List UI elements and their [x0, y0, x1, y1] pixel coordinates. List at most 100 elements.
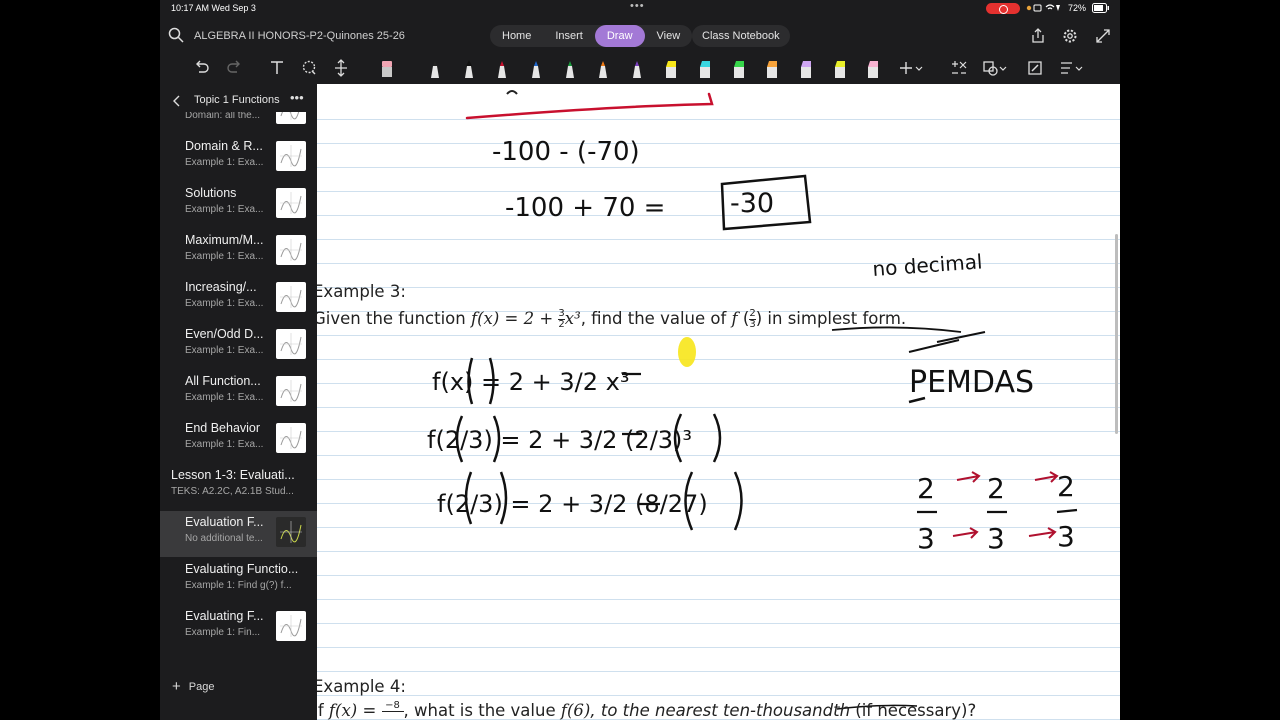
highlighter-lime-icon[interactable] [831, 58, 849, 78]
more-options-icon[interactable]: ••• [290, 90, 304, 105]
page-item[interactable]: VocabularyDomain: all the... [160, 112, 317, 134]
example4-mid: , what is the value [403, 701, 561, 720]
screen-record-icon[interactable] [986, 3, 1020, 14]
page-item[interactable]: Evaluating Functio... Example 1: Find g(?… [160, 558, 317, 604]
add-space-icon[interactable] [332, 58, 350, 78]
highlighter-cyan-icon[interactable] [696, 58, 714, 78]
page-subtitle: Example 1: Exa... [185, 345, 264, 356]
example3-fx: f(x) = 2 + [470, 309, 559, 328]
ink-red-underline [465, 92, 714, 120]
page-thumbnail [276, 282, 306, 312]
lasso-icon[interactable] [300, 58, 318, 78]
example4-tail: (if necessary)? [850, 701, 977, 720]
pen-purple-icon[interactable] [628, 58, 646, 78]
expand-icon[interactable] [1095, 28, 1111, 44]
multitask-dots-icon[interactable]: ••• [630, 0, 645, 12]
page-item[interactable]: Lesson 1-3: Evaluati... TEKS: A2.2C, A2.1… [160, 464, 317, 510]
page-subtitle: TEKS: A2.2C, A2.1B Stud... [171, 486, 294, 497]
page-thumbnail [276, 611, 306, 641]
page-title: Solutions [185, 186, 237, 200]
class-notebook-button[interactable]: Class Notebook [692, 25, 790, 47]
highlighter-pink-icon[interactable] [864, 58, 882, 78]
page-thumbnail [276, 423, 306, 453]
highlighter-green-icon[interactable] [730, 58, 748, 78]
page-title: Increasing/... [185, 280, 257, 294]
page-subtitle: Example 1: Exa... [185, 157, 264, 168]
pen-blue-icon[interactable] [527, 58, 545, 78]
ink-pemdas-slash-2 [936, 331, 986, 343]
page-item[interactable]: Evaluating F... Example 1: Fin... [160, 605, 317, 651]
ink-red-arrows [952, 471, 1059, 539]
notebook-title[interactable]: ALGEBRA II HONORS-P2-Quinones 25-26 [194, 30, 405, 42]
pen-red-icon[interactable] [493, 58, 511, 78]
add-page-button[interactable]: + Page [172, 678, 214, 695]
pen-green-icon[interactable] [561, 58, 579, 78]
math-icon[interactable] [950, 58, 968, 78]
highlighter-orange-icon[interactable] [763, 58, 781, 78]
back-chevron-icon[interactable] [172, 94, 182, 107]
example3-heading: Example 3: [317, 282, 406, 301]
ink-to-text-icon[interactable] [1059, 58, 1083, 78]
share-icon[interactable] [1030, 28, 1046, 44]
ink-scratch-2b: 2 [987, 472, 1005, 505]
page-thumbnail [276, 376, 306, 406]
ipad-screen: 10:17 AM Wed Sep 3 ••• 72% ALGEBRA II HO… [160, 0, 1120, 720]
example3-f: f [731, 309, 738, 328]
highlighter-lavender-icon[interactable] [797, 58, 815, 78]
ink-scratch-3c: 3 [1057, 520, 1075, 553]
page-title: Lesson 1-3: Evaluati... [171, 468, 295, 482]
highlighter-yellow-icon[interactable] [662, 58, 680, 78]
ink-to-shape-icon[interactable] [1026, 58, 1044, 78]
page-sidebar: Topic 1 Functions ••• VocabularyDomain: … [160, 84, 317, 720]
page-title: All Function... [185, 374, 261, 388]
status-time: 10:17 AM Wed Sep 3 [171, 3, 256, 13]
tab-draw[interactable]: Draw [594, 25, 645, 47]
pen-dark-icon[interactable] [460, 58, 478, 78]
example4-num: −8 [381, 701, 404, 712]
ink-scratch-3a: 3 [917, 522, 935, 555]
section-title[interactable]: Topic 1 Functions [194, 94, 280, 106]
ink-paren-r3 [712, 413, 722, 463]
page-title: Evaluation F... [185, 515, 264, 529]
page-subtitle: Example 1: Exa... [185, 392, 264, 403]
example4-f6: f(6) [560, 701, 591, 720]
status-bar: 10:17 AM Wed Sep 3 ••• 72% [160, 0, 1120, 17]
tab-home[interactable]: Home [490, 25, 543, 47]
plus-icon: + [172, 678, 181, 695]
redo-icon[interactable] [225, 58, 243, 78]
ink-note: no decimal [872, 249, 984, 281]
note-canvas[interactable]: -100 - (-70) -100 + 70 = -30 no decimal … [317, 84, 1120, 720]
gear-icon[interactable] [1062, 28, 1078, 44]
pen-black-icon[interactable] [426, 58, 444, 78]
page-item[interactable]: Domain & R... Example 1: Exa... [160, 135, 317, 181]
ink-answer: -30 [730, 188, 774, 219]
page-subtitle: No additional te... [185, 533, 263, 544]
page-item[interactable]: Maximum/M... Example 1: Exa... [160, 229, 317, 275]
example3-prefix: Given the function [317, 309, 471, 328]
example3-mid: , find the value of [580, 309, 732, 328]
page-title: Maximum/M... [185, 233, 264, 247]
page-item[interactable]: All Function... Example 1: Exa... [160, 370, 317, 416]
page-item[interactable]: Increasing/... Example 1: Exa... [160, 276, 317, 322]
page-item[interactable]: Evaluation F... No additional te... [160, 511, 317, 557]
page-title: Evaluating F... [185, 609, 264, 623]
pen-orange-icon[interactable] [594, 58, 612, 78]
page-item[interactable]: Solutions Example 1: Exa... [160, 182, 317, 228]
ink-pemdas: PEMDAS [909, 365, 1034, 400]
search-icon[interactable] [168, 27, 184, 43]
ink-scratch-2a: 2 [917, 472, 935, 505]
tab-view[interactable]: View [645, 25, 693, 47]
example3-xcube: x³ [564, 309, 581, 328]
page-thumbnail [276, 188, 306, 218]
undo-icon[interactable] [193, 58, 211, 78]
page-item[interactable]: End Behavior Example 1: Exa... [160, 417, 317, 463]
eraser-icon[interactable] [378, 58, 396, 78]
page-title: End Behavior [185, 421, 261, 435]
page-item[interactable]: Even/Odd D... Example 1: Exa... [160, 323, 317, 369]
shapes-icon[interactable] [982, 58, 1007, 78]
example4-italic: , to the nearest ten-thousandth [590, 701, 851, 720]
type-text-icon[interactable] [268, 58, 286, 78]
add-pen-icon[interactable] [898, 58, 923, 78]
tab-insert[interactable]: Insert [543, 25, 595, 47]
example4-prompt: If f(x) = −8, what is the value f(6), to… [317, 701, 976, 720]
